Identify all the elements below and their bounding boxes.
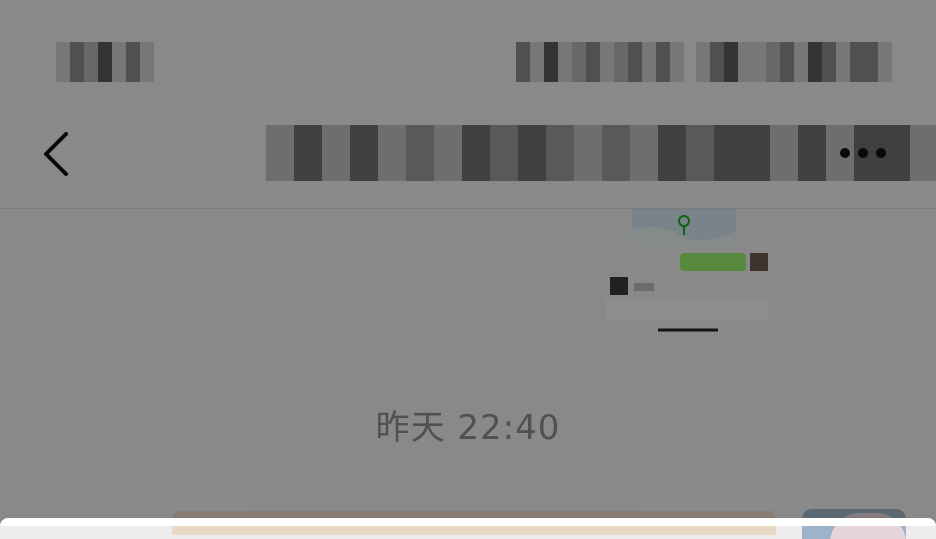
- more-dots-icon[interactable]: [836, 140, 890, 166]
- chat-content: 昨天 22:40: [0, 209, 936, 539]
- message-timestamp: 昨天 22:40: [375, 408, 561, 448]
- chevron-left-icon[interactable]: [38, 130, 78, 178]
- bottom-sheet[interactable]: [0, 518, 936, 526]
- status-right-redacted: [516, 42, 684, 82]
- status-icons-redacted: [696, 42, 892, 82]
- status-left-redacted: [56, 42, 154, 82]
- nav-header: [0, 100, 936, 209]
- status-bar: [0, 0, 936, 100]
- chat-preview-thumbnail[interactable]: [600, 209, 776, 335]
